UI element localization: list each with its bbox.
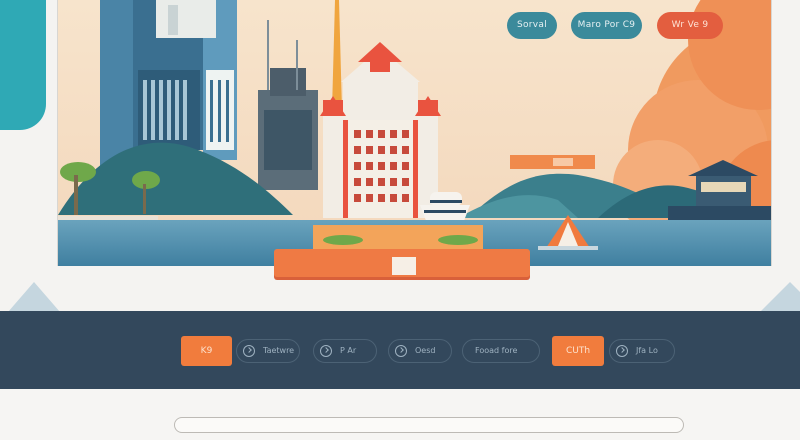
side-tab[interactable] xyxy=(0,0,46,130)
chevron-circle-icon xyxy=(616,345,628,357)
page: Sorval Maro Por C9 Wr Ve 9 K9 Taetwre P … xyxy=(0,0,800,440)
nav-link-3[interactable]: Oesd xyxy=(388,339,452,363)
nav-link-label: Jfa Lo xyxy=(636,346,658,355)
chevron-circle-icon xyxy=(395,345,407,357)
nav-link-label: Taetwre xyxy=(263,346,295,355)
hero-illustration xyxy=(57,0,772,266)
nav-button-secondary[interactable]: CUTh xyxy=(552,336,604,366)
nav-link-label: Fooad fore xyxy=(475,346,518,355)
stage-tab xyxy=(392,257,416,275)
nav-link-4[interactable]: Fooad fore xyxy=(462,339,540,363)
header-button-2[interactable]: Maro Por C9 xyxy=(571,12,642,39)
deco-hill-right xyxy=(760,282,800,312)
nav-link-1[interactable]: Taetwre xyxy=(236,339,300,363)
header-button-3[interactable]: Wr Ve 9 xyxy=(657,12,723,39)
billboard xyxy=(510,155,595,169)
nav-link-label: Oesd xyxy=(415,346,436,355)
city-skyline-illustration xyxy=(58,0,771,266)
nav-link-2[interactable]: P Ar xyxy=(313,339,377,363)
chevron-circle-icon xyxy=(320,345,332,357)
header-button-1[interactable]: Sorval xyxy=(507,12,557,39)
chevron-circle-icon xyxy=(243,345,255,357)
deco-hill-left xyxy=(8,282,60,312)
nav-button-primary[interactable]: K9 xyxy=(181,336,232,366)
search-input[interactable] xyxy=(174,417,684,433)
nav-link-5[interactable]: Jfa Lo xyxy=(609,339,675,363)
nav-link-label: P Ar xyxy=(340,346,357,355)
